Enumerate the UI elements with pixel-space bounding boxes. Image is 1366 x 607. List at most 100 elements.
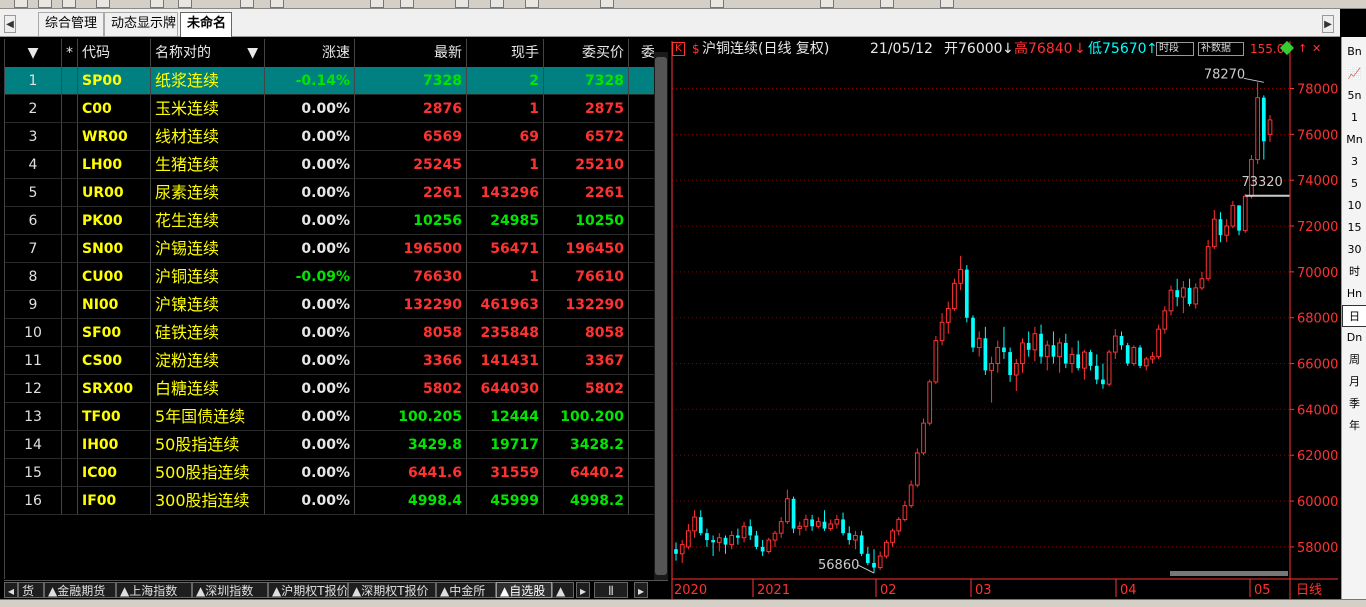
table-row[interactable]: 2 C00 玉米连续 0.00% 2876 1 2875 (5, 95, 654, 123)
table-row[interactable]: 10 SF00 硅铁连续 0.00% 8058 235848 8058 (5, 319, 654, 347)
table-row[interactable]: 16 IF00 300股指连续 0.00% 4998.4 45999 4998.2 (5, 487, 654, 515)
table-row[interactable]: 13 TF00 5年国债连续 0.00% 100.205 12444 100.200 (5, 403, 654, 431)
sheet-tab-sh-options-t[interactable]: ▲沪期权T报价 (268, 582, 348, 598)
row-star[interactable] (62, 403, 78, 431)
table-row[interactable]: 1 SP00 纸浆连续 -0.14% 7328 2 7328 (5, 67, 654, 95)
row-star[interactable] (62, 123, 78, 151)
table-row[interactable]: 3 WR00 线材连续 0.00% 6569 69 6572 (5, 123, 654, 151)
tab-unnamed[interactable]: 未命名 (180, 12, 232, 37)
column-header-star[interactable]: * (62, 39, 78, 67)
period-button[interactable]: 时 (1342, 261, 1366, 283)
period-button[interactable]: 5 (1342, 173, 1366, 195)
table-row[interactable]: 7 SN00 沪锡连续 0.00% 196500 56471 196450 (5, 235, 654, 263)
sheet-tab-financial-futures[interactable]: ▲金融期货 (44, 582, 116, 598)
period-button[interactable]: 1 (1342, 107, 1366, 129)
sheet-tab-shenzhen-index[interactable]: ▲深圳指数 (192, 582, 268, 598)
column-header-bid[interactable]: 委买价 (544, 39, 629, 67)
toolbar-button[interactable] (370, 0, 384, 8)
toolbar-button[interactable] (240, 0, 254, 8)
sheet-tab-futures[interactable]: 货 (18, 582, 44, 598)
row-star[interactable] (62, 67, 78, 95)
column-header-truncated[interactable]: 委 (629, 39, 654, 67)
toolbar-button[interactable] (62, 0, 76, 8)
table-scrollbar[interactable] (654, 52, 668, 580)
kline-chart[interactable]: 58000 60000 62000 64000 66000 68000 70000 72000… (670, 39, 1340, 599)
row-star[interactable] (62, 179, 78, 207)
table-row[interactable]: 14 IH00 50股指连续 0.00% 3429.8 19717 3428.2 (5, 431, 654, 459)
sheet-tab-scroll-left[interactable]: ◂ (4, 582, 18, 598)
sheet-tab-shanghai-index[interactable]: ▲上海指数 (116, 582, 192, 598)
sheet-tab-scroll-end[interactable]: ▸ (634, 582, 648, 598)
table-row[interactable]: 12 SRX00 白糖连续 0.00% 5802 644030 5802 (5, 375, 654, 403)
period-button[interactable]: Mn (1342, 129, 1366, 151)
period-button[interactable]: 📈 (1342, 63, 1366, 85)
column-header-code[interactable]: 代码 (78, 39, 151, 67)
row-star[interactable] (62, 319, 78, 347)
sort-toggle[interactable]: ▼ (5, 39, 62, 67)
toolbar-button[interactable] (96, 0, 110, 8)
row-star[interactable] (62, 207, 78, 235)
toolbar-button[interactable] (150, 0, 164, 8)
toolbar-button[interactable] (490, 0, 504, 8)
toolbar-button[interactable] (178, 0, 192, 8)
sheet-tab-cffex[interactable]: ▲中金所 (436, 582, 496, 598)
tab-integrated-management[interactable]: 综合管理 (38, 12, 104, 36)
table-row[interactable]: 6 PK00 花生连续 0.00% 10256 24985 10250 (5, 207, 654, 235)
period-button[interactable]: 季 (1342, 393, 1366, 415)
period-button[interactable]: 日 (1342, 305, 1366, 327)
kline-mode-button[interactable]: K (672, 42, 685, 56)
table-row[interactable]: 5 UR00 尿素连续 0.00% 2261 143296 2261 (5, 179, 654, 207)
close-icon[interactable]: ✕ (1312, 40, 1321, 58)
column-header-last[interactable]: 最新 (355, 39, 467, 67)
table-row[interactable]: 11 CS00 淀粉连续 0.00% 3366 141431 3367 (5, 347, 654, 375)
row-star[interactable] (62, 487, 78, 515)
toolbar-button[interactable] (820, 0, 834, 8)
tab-scroll-left-button[interactable]: ◀ (4, 15, 16, 33)
column-header-name[interactable]: 名称对的 ▼ (151, 39, 265, 67)
period-button[interactable]: 15 (1342, 217, 1366, 239)
toolbar-button[interactable] (710, 0, 724, 8)
sheet-tab-watchlist[interactable]: ▲自选股 (496, 582, 552, 598)
period-button[interactable]: 10 (1342, 195, 1366, 217)
period-button[interactable]: 年 (1342, 415, 1366, 437)
sheet-tab-sz-options-t[interactable]: ▲深期权T报价 (348, 582, 436, 598)
period-button[interactable]: Bn (1342, 41, 1366, 63)
table-row[interactable]: 15 IC00 500股指连续 0.00% 6441.6 31559 6440.2 (5, 459, 654, 487)
row-star[interactable] (62, 375, 78, 403)
toolbar-button[interactable] (14, 0, 28, 8)
row-star[interactable] (62, 431, 78, 459)
toolbar-button[interactable] (940, 0, 954, 8)
toolbar-button[interactable] (600, 0, 614, 8)
sheet-tab-more[interactable]: ▲ (552, 582, 574, 598)
table-row[interactable]: 9 NI00 沪镍连续 0.00% 132290 461963 132290 (5, 291, 654, 319)
row-star[interactable] (62, 151, 78, 179)
column-header-change-speed[interactable]: 涨速 (265, 39, 355, 67)
row-star[interactable] (62, 459, 78, 487)
period-button[interactable]: 30 (1342, 239, 1366, 261)
toolbar-button[interactable] (455, 0, 469, 8)
row-star[interactable] (62, 95, 78, 123)
sheet-tab-scroll-right[interactable]: ▸ (576, 582, 590, 598)
row-star[interactable] (62, 263, 78, 291)
row-star[interactable] (62, 291, 78, 319)
toolbar-button[interactable] (400, 0, 414, 8)
scrollbar-thumb[interactable] (655, 57, 667, 575)
period-button[interactable]: 周 (1342, 349, 1366, 371)
period-button[interactable]: Dn (1342, 327, 1366, 349)
period-button[interactable]: 月 (1342, 371, 1366, 393)
row-star[interactable] (62, 347, 78, 375)
expand-icon[interactable]: ↑ (1298, 40, 1307, 58)
period-button[interactable]: 3 (1342, 151, 1366, 173)
period-button[interactable]: Hn (1342, 283, 1366, 305)
period-button[interactable]: 5n (1342, 85, 1366, 107)
toolbar-button[interactable] (38, 0, 52, 8)
toolbar-button[interactable] (270, 0, 284, 8)
table-row[interactable]: 4 LH00 生猪连续 0.00% 25245 1 25210 (5, 151, 654, 179)
time-segment-button[interactable]: 时段 (1156, 42, 1194, 56)
row-star[interactable] (62, 235, 78, 263)
tab-scroll-right-button[interactable]: ▶ (1322, 15, 1334, 33)
tab-dynamic-display[interactable]: 动态显示牌 (104, 12, 178, 36)
column-header-hand[interactable]: 现手 (467, 39, 544, 67)
toolbar-button[interactable] (525, 0, 539, 8)
sheet-tab-scroll-thumb[interactable]: ⦀ (594, 582, 628, 598)
